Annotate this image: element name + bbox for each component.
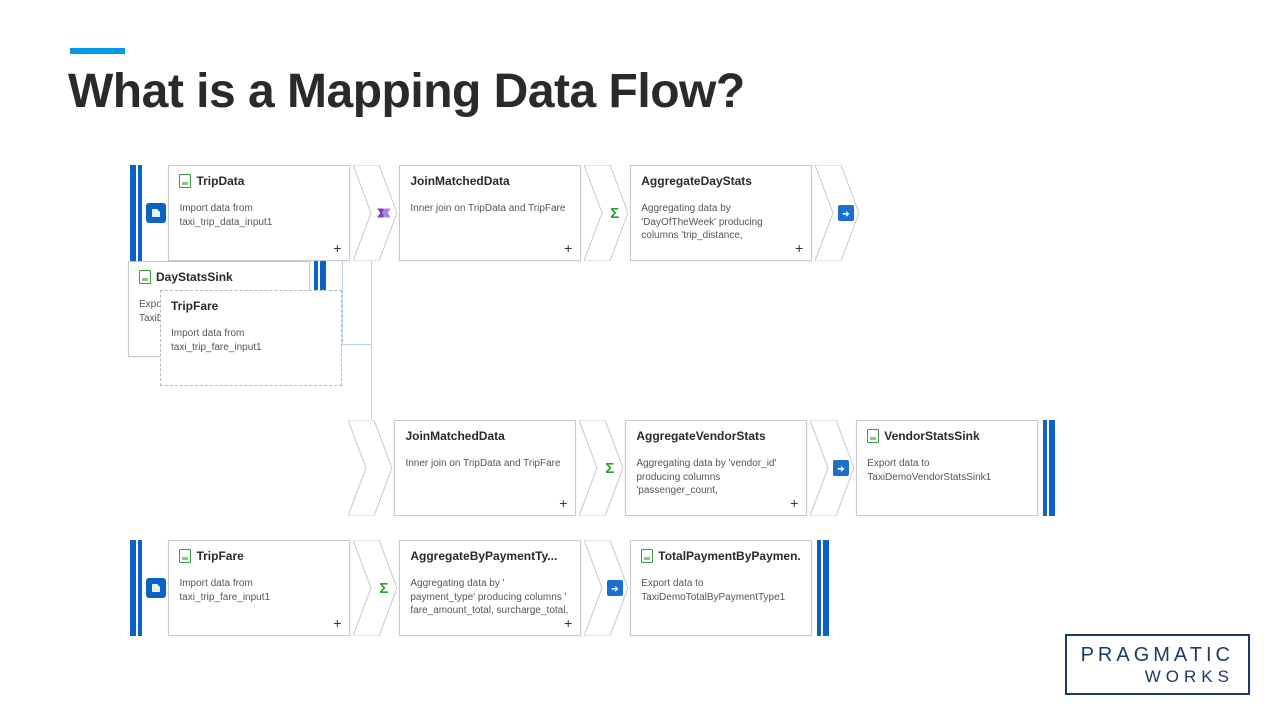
connector-chevron (584, 540, 628, 636)
connector-chevron (810, 420, 854, 516)
node-desc: Import data from taxi_trip_fare_input1 (179, 577, 339, 604)
node-title: TripData (196, 174, 244, 188)
node-title: DayStatsSink (156, 270, 233, 284)
node-desc: Export data to TaxiDemoTotalByPaymentTyp… (641, 577, 801, 604)
flow-row-branch2: JoinMatchedData Inner join on TripData a… (348, 420, 1228, 520)
connector-chevron: Σ (353, 540, 397, 636)
connector-chevron (348, 420, 392, 516)
dataset-icon (641, 549, 653, 563)
node-desc: Aggregating data by 'DayOfTheWeek' produ… (641, 202, 801, 244)
node-title: AggregateDayStats (641, 174, 752, 188)
node-desc: Inner join on TripData and TripFare (410, 202, 570, 216)
aggregate-icon: Σ (374, 578, 394, 598)
node-desc: Import data from taxi_trip_data_input1 (179, 202, 339, 229)
connector-chevron: Σ (584, 165, 628, 261)
node-desc: Inner join on TripData and TripFare (405, 457, 565, 471)
join-icon (374, 203, 394, 223)
connector-chevron (353, 165, 397, 261)
node-desc: Import data from taxi_trip_fare_input1 (171, 327, 331, 354)
logo-line2: WORKS (1081, 667, 1234, 687)
sink-handle-totalpayment (815, 540, 829, 636)
page-title: What is a Mapping Data Flow? (68, 64, 745, 119)
node-aggregatedaystats[interactable]: AggregateDayStats Aggregating data by 'D… (630, 165, 812, 261)
node-joinmatcheddata-2[interactable]: JoinMatchedData Inner join on TripData a… (394, 420, 576, 516)
node-totalpaymentbypaymenttype[interactable]: TotalPaymentByPaymen... Export data to T… (630, 540, 812, 636)
node-aggregatebypaymenttype[interactable]: AggregateByPaymentTy... Aggregating data… (399, 540, 581, 636)
pragmatic-works-logo: PRAGMATIC WORKS (1065, 634, 1250, 695)
add-step-button[interactable]: + (564, 240, 572, 256)
aggregate-icon: Σ (605, 203, 625, 223)
sink-icon (836, 203, 856, 223)
dataset-icon (139, 270, 151, 284)
node-tripfare-secondary[interactable]: TripFare Import data from taxi_trip_fare… (160, 290, 342, 386)
add-step-button[interactable]: + (564, 615, 572, 631)
flow-row-1: TripData Import data from taxi_trip_data… (130, 165, 1010, 265)
dataflow-canvas: TripData Import data from taxi_trip_data… (130, 165, 1010, 705)
add-step-button[interactable]: + (795, 240, 803, 256)
node-title: JoinMatchedData (410, 174, 509, 188)
flow-row-secondary-source: TripFare Import data from taxi_trip_fare… (162, 290, 1042, 390)
flow-row-3: TripFare Import data from taxi_trip_fare… (130, 540, 1010, 640)
dataset-icon (179, 549, 191, 563)
node-title: JoinMatchedData (405, 429, 504, 443)
node-vendorstatssink[interactable]: VendorStatsSink Export data to TaxiDemoV… (856, 420, 1038, 516)
node-title: AggregateByPaymentTy... (410, 549, 557, 563)
connector-chevron: Σ (579, 420, 623, 516)
node-joinmatcheddata[interactable]: JoinMatchedData Inner join on TripData a… (399, 165, 581, 261)
node-desc: Aggregating data by ' payment_type' prod… (410, 577, 570, 618)
source-handle-tripdata[interactable] (130, 165, 166, 261)
dataset-icon (867, 429, 879, 443)
node-title: TotalPaymentByPaymen... (658, 549, 801, 563)
node-tripfare-source[interactable]: TripFare Import data from taxi_trip_fare… (168, 540, 350, 636)
node-title: VendorStatsSink (884, 429, 979, 443)
add-step-button[interactable]: + (559, 495, 567, 511)
node-title: AggregateVendorStats (636, 429, 765, 443)
dataset-icon (179, 174, 191, 188)
add-step-button[interactable]: + (333, 615, 341, 631)
node-title: TripFare (171, 299, 218, 313)
sink-icon (605, 578, 625, 598)
connector-chevron (815, 165, 859, 261)
source-icon (150, 582, 162, 594)
node-title: TripFare (196, 549, 243, 563)
aggregate-icon: Σ (600, 458, 620, 478)
node-aggregatevendorstats[interactable]: AggregateVendorStats Aggregating data by… (625, 420, 807, 516)
add-step-button[interactable]: + (790, 495, 798, 511)
sink-icon (831, 458, 851, 478)
node-desc: Export data to TaxiDemoVendorStatsSink1 (867, 457, 1027, 484)
source-icon (150, 207, 162, 219)
logo-line1: PRAGMATIC (1081, 644, 1234, 667)
node-tripdata[interactable]: TripData Import data from taxi_trip_data… (168, 165, 350, 261)
source-handle-tripfare[interactable] (130, 540, 166, 636)
accent-bar (70, 48, 125, 54)
sink-handle-vendorstats (1041, 420, 1055, 516)
add-step-button[interactable]: + (333, 240, 341, 256)
node-desc: Aggregating data by 'vendor_id' producin… (636, 457, 796, 499)
